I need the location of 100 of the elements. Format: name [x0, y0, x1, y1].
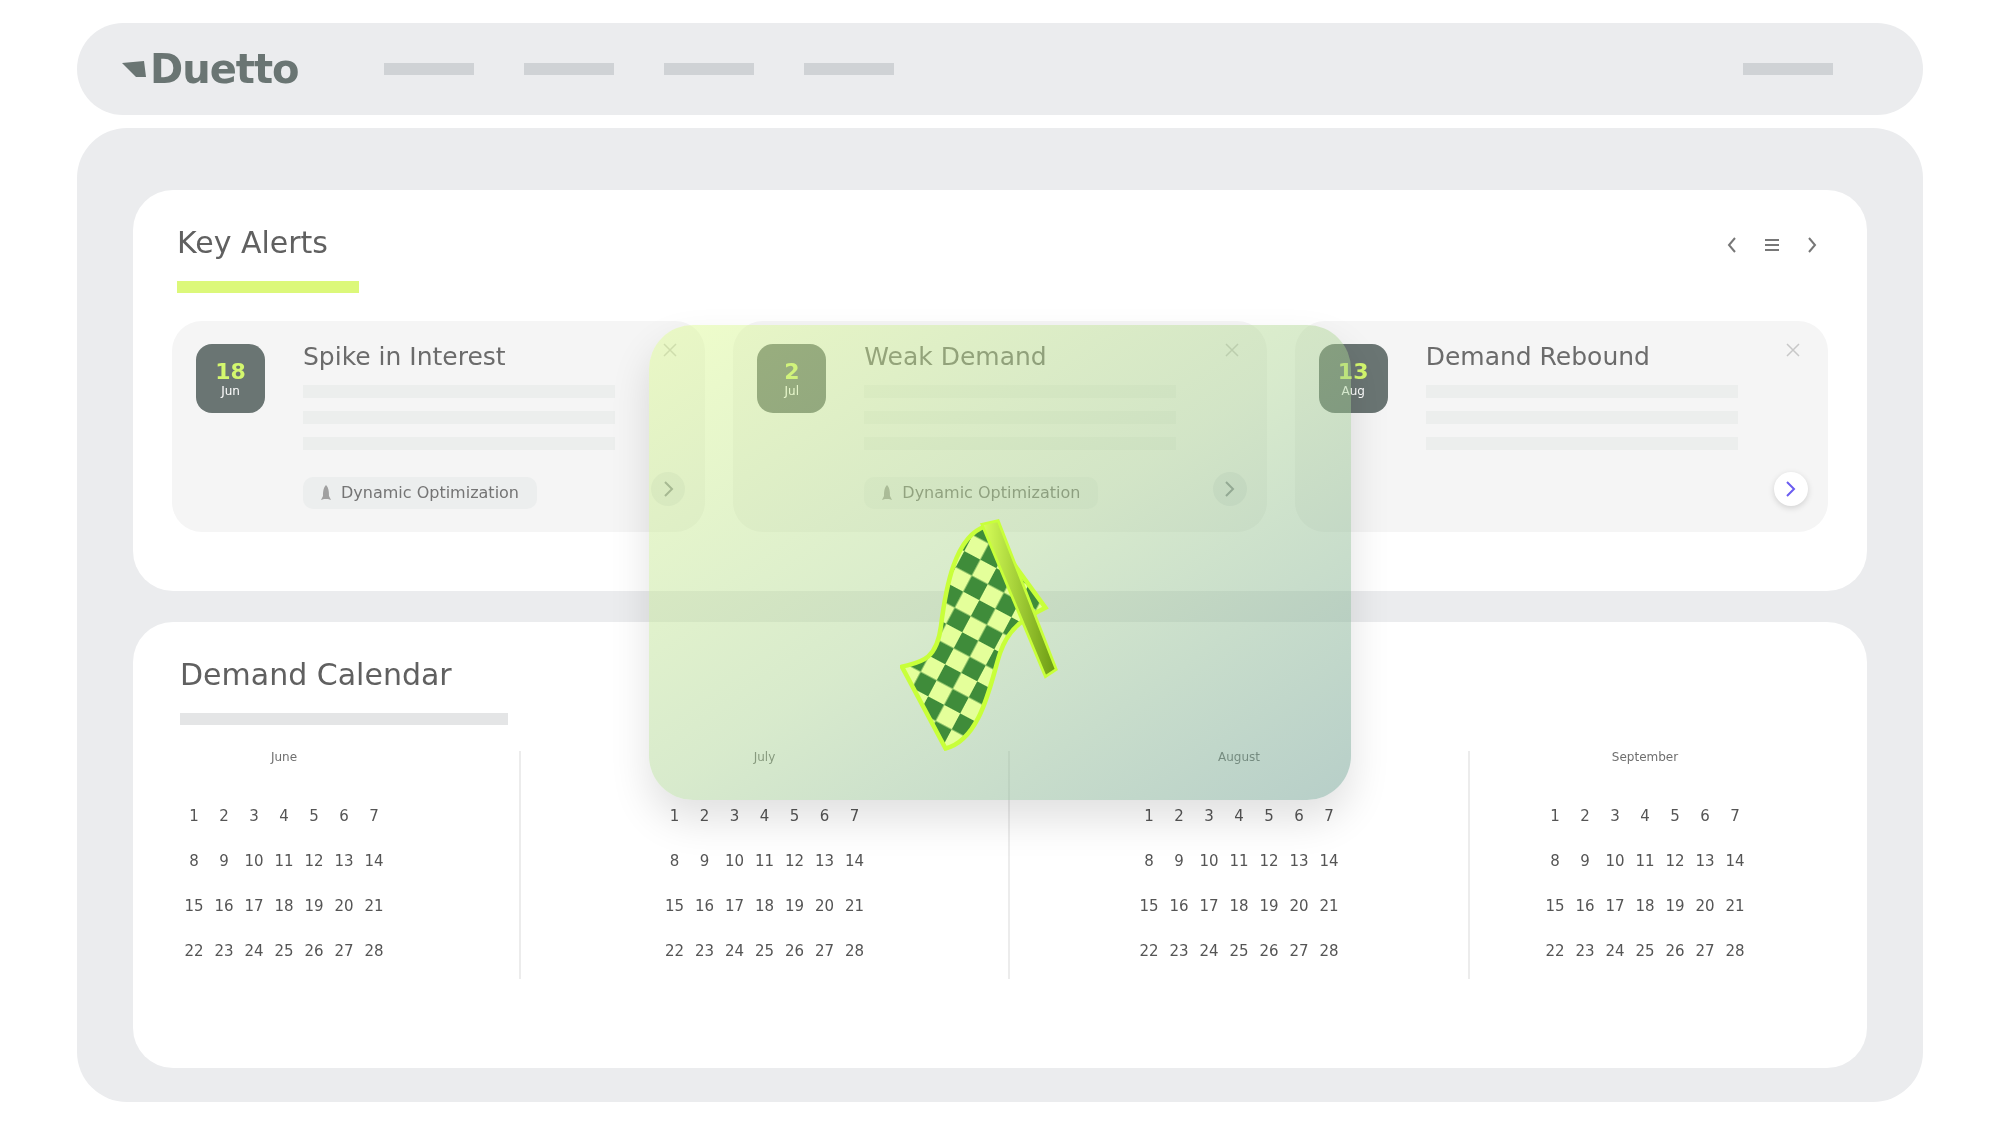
calendar-day[interactable]: 28: [840, 944, 869, 959]
alert-card[interactable]: 13 Aug Demand Rebound: [1294, 321, 1828, 532]
calendar-day[interactable]: 26: [300, 944, 328, 959]
calendar-day[interactable]: 11: [1225, 854, 1253, 869]
calendar-day[interactable]: 26: [1255, 944, 1283, 959]
calendar-day[interactable]: 6: [330, 809, 358, 824]
calendar-day[interactable]: 3: [720, 809, 749, 824]
tag-chip[interactable]: Dynamic Optimization: [303, 477, 537, 509]
calendar-day[interactable]: 23: [690, 944, 719, 959]
calendar-day[interactable]: 3: [240, 809, 268, 824]
calendar-day[interactable]: 27: [330, 944, 358, 959]
calendar-day[interactable]: 24: [1195, 944, 1223, 959]
calendar-day[interactable]: 28: [1721, 944, 1749, 959]
calendar-day[interactable]: 13: [1285, 854, 1313, 869]
calendar-day[interactable]: 16: [1165, 899, 1193, 914]
calendar-day[interactable]: 14: [840, 854, 869, 869]
calendar-day[interactable]: 13: [810, 854, 839, 869]
calendar-day[interactable]: 11: [750, 854, 779, 869]
calendar-day[interactable]: 3: [1195, 809, 1223, 824]
calendar-day[interactable]: 23: [210, 944, 238, 959]
calendar-day[interactable]: 21: [840, 899, 869, 914]
calendar-day[interactable]: 26: [1661, 944, 1689, 959]
calendar-day[interactable]: 23: [1571, 944, 1599, 959]
calendar-day[interactable]: 16: [1571, 899, 1599, 914]
calendar-day[interactable]: 28: [360, 944, 388, 959]
calendar-day[interactable]: 24: [1601, 944, 1629, 959]
calendar-day[interactable]: 12: [1661, 854, 1689, 869]
calendar-day[interactable]: 19: [1255, 899, 1283, 914]
calendar-day[interactable]: 20: [1285, 899, 1313, 914]
calendar-day[interactable]: 17: [240, 899, 268, 914]
calendar-day[interactable]: 10: [240, 854, 268, 869]
calendar-day[interactable]: 21: [1315, 899, 1343, 914]
next-button[interactable]: [1212, 472, 1247, 506]
calendar-day[interactable]: 26: [780, 944, 809, 959]
calendar-day[interactable]: 25: [270, 944, 298, 959]
calendar-day[interactable]: 22: [1135, 944, 1163, 959]
calendar-day[interactable]: 10: [1601, 854, 1629, 869]
calendar-day[interactable]: 17: [1195, 899, 1223, 914]
calendar-day[interactable]: 12: [300, 854, 328, 869]
calendar-day[interactable]: 1: [660, 809, 689, 824]
calendar-day[interactable]: 20: [330, 899, 358, 914]
calendar-day[interactable]: 22: [1541, 944, 1569, 959]
calendar-day[interactable]: 21: [1721, 899, 1749, 914]
calendar-day[interactable]: 8: [1541, 854, 1569, 869]
calendar-day[interactable]: 27: [1691, 944, 1719, 959]
calendar-day[interactable]: 13: [330, 854, 358, 869]
calendar-day[interactable]: 15: [1135, 899, 1163, 914]
calendar-day[interactable]: 14: [360, 854, 388, 869]
calendar-day[interactable]: 15: [1541, 899, 1569, 914]
calendar-day[interactable]: 19: [780, 899, 809, 914]
calendar-day[interactable]: 22: [660, 944, 689, 959]
calendar-day[interactable]: 28: [1315, 944, 1343, 959]
calendar-day[interactable]: 22: [180, 944, 208, 959]
calendar-day[interactable]: 25: [750, 944, 779, 959]
calendar-day[interactable]: 5: [780, 809, 809, 824]
calendar-day[interactable]: 2: [1165, 809, 1193, 824]
menu-icon[interactable]: [1764, 238, 1780, 252]
next-button[interactable]: [1774, 472, 1808, 506]
calendar-day[interactable]: 5: [300, 809, 328, 824]
calendar-day[interactable]: 14: [1721, 854, 1749, 869]
calendar-day[interactable]: 24: [240, 944, 268, 959]
calendar-day[interactable]: 10: [720, 854, 749, 869]
calendar-day[interactable]: 7: [360, 809, 388, 824]
calendar-day[interactable]: 12: [780, 854, 809, 869]
calendar-day[interactable]: 20: [810, 899, 839, 914]
calendar-day[interactable]: 21: [360, 899, 388, 914]
calendar-day[interactable]: 20: [1691, 899, 1719, 914]
calendar-day[interactable]: 18: [270, 899, 298, 914]
calendar-day[interactable]: 1: [1135, 809, 1163, 824]
nav-placeholder[interactable]: [523, 63, 614, 75]
calendar-day[interactable]: 17: [1601, 899, 1629, 914]
calendar-day[interactable]: 7: [1721, 809, 1749, 824]
calendar-day[interactable]: 18: [750, 899, 779, 914]
calendar-day[interactable]: 4: [1225, 809, 1253, 824]
calendar-day[interactable]: 8: [660, 854, 689, 869]
calendar-day[interactable]: 4: [1631, 809, 1659, 824]
calendar-day[interactable]: 13: [1691, 854, 1719, 869]
calendar-day[interactable]: 2: [210, 809, 238, 824]
chevron-left-icon[interactable]: [1726, 236, 1738, 254]
calendar-day[interactable]: 9: [210, 854, 238, 869]
calendar-day[interactable]: 18: [1631, 899, 1659, 914]
calendar-day[interactable]: 19: [300, 899, 328, 914]
next-button[interactable]: [651, 472, 686, 506]
account-placeholder[interactable]: [1743, 63, 1833, 75]
calendar-day[interactable]: 15: [180, 899, 208, 914]
calendar-day[interactable]: 9: [690, 854, 719, 869]
calendar-day[interactable]: 1: [180, 809, 208, 824]
calendar-day[interactable]: 15: [660, 899, 689, 914]
calendar-day[interactable]: 11: [270, 854, 298, 869]
calendar-day[interactable]: 2: [690, 809, 719, 824]
close-icon[interactable]: [1786, 343, 1800, 357]
calendar-day[interactable]: 5: [1661, 809, 1689, 824]
calendar-day[interactable]: 23: [1165, 944, 1193, 959]
calendar-day[interactable]: 16: [210, 899, 238, 914]
calendar-day[interactable]: 24: [720, 944, 749, 959]
calendar-day[interactable]: 2: [1571, 809, 1599, 824]
alert-card[interactable]: 18 Jun Spike in Interest Dynamic Optimization: [172, 321, 706, 532]
nav-placeholder[interactable]: [803, 63, 894, 75]
calendar-day[interactable]: 8: [1135, 854, 1163, 869]
calendar-day[interactable]: 6: [1285, 809, 1313, 824]
